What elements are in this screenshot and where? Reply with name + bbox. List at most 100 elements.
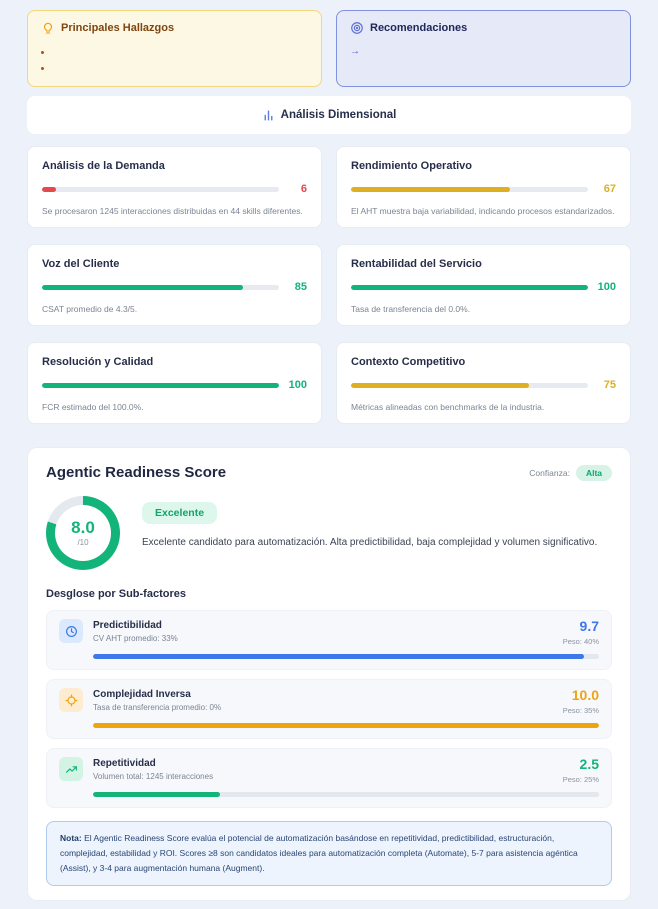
dimension-score: 6	[287, 183, 307, 195]
analysis-section-header: Análisis Dimensional	[27, 96, 631, 134]
dimension-score: 100	[596, 281, 616, 293]
bullet-dot-icon	[41, 67, 44, 70]
trending-up-icon	[65, 763, 78, 776]
dimension-progress: 75	[351, 379, 616, 391]
dimension-title: Rentabilidad del Servicio	[351, 258, 616, 270]
dimension-card-voz-cliente: Voz del Cliente 85 CSAT promedio de 4.3/…	[27, 244, 322, 326]
factor-meta: Complejidad Inversa Tasa de transferenci…	[93, 688, 553, 712]
factor-score-col: 9.7 Peso: 40%	[563, 619, 599, 646]
breakdown-title: Desglose por Sub-factores	[46, 588, 612, 600]
factor-progress-track	[93, 723, 599, 728]
factor-progress-fill	[93, 723, 599, 728]
dimension-caption: El AHT muestra baja variabilidad, indica…	[351, 206, 616, 216]
dimension-score: 75	[596, 379, 616, 391]
factor-meta: Predictibilidad CV AHT promedio: 33%	[93, 619, 553, 643]
recommendation-arrow: →	[350, 46, 617, 57]
gauge-center: 8.0 /10	[55, 505, 111, 561]
dimension-card-rentabilidad: Rentabilidad del Servicio 100 Tasa de tr…	[336, 244, 631, 326]
factor-meta: Repetitividad Volumen total: 1245 intera…	[93, 757, 553, 781]
progress-fill	[351, 187, 510, 192]
progress-fill	[42, 187, 56, 192]
report-page: Principales Hallazgos Recomendaciones →	[0, 0, 658, 909]
dimension-caption: Tasa de transferencia del 0.0%.	[351, 304, 616, 314]
score-summary: 8.0 /10 Excelente Excelente candidato pa…	[46, 496, 612, 570]
gauge-score-max: /10	[77, 538, 88, 547]
factor-row-predictibilidad: Predictibilidad CV AHT promedio: 33% 9.7…	[46, 610, 612, 670]
dimension-progress: 85	[42, 281, 307, 293]
dimension-score: 67	[596, 183, 616, 195]
dimension-card-demanda: Análisis de la Demanda 6 Se procesaron 1…	[27, 146, 322, 228]
recommendations-card: Recomendaciones →	[336, 10, 631, 87]
dimension-title: Voz del Cliente	[42, 258, 307, 270]
findings-title: Principales Hallazgos	[61, 22, 174, 34]
progress-track	[42, 187, 279, 192]
ars-header: Agentic Readiness Score Confianza: Alta	[46, 464, 612, 481]
gauge-score-value: 8.0	[71, 519, 95, 536]
findings-header: Principales Hallazgos	[41, 21, 308, 35]
factor-name: Complejidad Inversa	[93, 689, 553, 700]
note-text: El Agentic Readiness Score evalúa el pot…	[60, 833, 578, 873]
dimension-title: Contexto Competitivo	[351, 356, 616, 368]
recommendations-title: Recomendaciones	[370, 22, 467, 34]
factor-progress-fill	[93, 654, 584, 659]
dimension-progress: 100	[42, 379, 307, 391]
dimension-title: Rendimiento Operativo	[351, 160, 616, 172]
factor-score: 9.7	[563, 619, 599, 633]
dimension-caption: FCR estimado del 100.0%.	[42, 402, 307, 412]
factor-score-col: 10.0 Peso: 35%	[563, 688, 599, 715]
dimension-score: 85	[287, 281, 307, 293]
dimension-title: Resolución y Calidad	[42, 356, 307, 368]
progress-track	[42, 285, 279, 290]
factor-icon-wrap	[59, 757, 83, 781]
summary-row: Principales Hallazgos Recomendaciones →	[27, 10, 631, 87]
factor-header: Complejidad Inversa Tasa de transferenci…	[59, 688, 599, 715]
note-label: Nota:	[60, 833, 82, 843]
lightbulb-icon	[41, 21, 55, 35]
ars-title: Agentic Readiness Score	[46, 464, 226, 481]
dimension-caption: Se procesaron 1245 interacciones distrib…	[42, 206, 307, 216]
factor-weight: Peso: 40%	[563, 637, 599, 646]
factor-score: 10.0	[563, 688, 599, 702]
bar-chart-icon	[262, 109, 275, 122]
factor-name: Repetitividad	[93, 758, 553, 769]
crosshair-target-icon	[65, 694, 78, 707]
dimension-score: 100	[287, 379, 307, 391]
progress-track	[351, 383, 588, 388]
dimension-grid: Análisis de la Demanda 6 Se procesaron 1…	[27, 146, 631, 424]
progress-fill	[351, 285, 588, 290]
factor-detail: CV AHT promedio: 33%	[93, 634, 553, 643]
analysis-section-title: Análisis Dimensional	[281, 109, 397, 121]
factor-progress-fill	[93, 792, 220, 797]
factor-detail: Volumen total: 1245 interacciones	[93, 772, 553, 781]
clock-icon	[65, 625, 78, 638]
factor-progress-track	[93, 792, 599, 797]
target-icon	[350, 21, 364, 35]
factor-row-complejidad: Complejidad Inversa Tasa de transferenci…	[46, 679, 612, 739]
factor-icon-wrap	[59, 688, 83, 712]
factor-weight: Peso: 35%	[563, 706, 599, 715]
confidence: Confianza: Alta	[529, 465, 612, 481]
progress-fill	[42, 285, 243, 290]
dimension-progress: 6	[42, 183, 307, 195]
findings-item	[41, 60, 308, 76]
dimension-card-resolucion: Resolución y Calidad 100 FCR estimado de…	[27, 342, 322, 424]
factor-score: 2.5	[563, 757, 599, 771]
factor-row-repetitividad: Repetitividad Volumen total: 1245 intera…	[46, 748, 612, 808]
progress-track	[42, 383, 279, 388]
note-box: Nota: El Agentic Readiness Score evalúa …	[46, 821, 612, 886]
factor-icon-wrap	[59, 619, 83, 643]
factor-detail: Tasa de transferencia promedio: 0%	[93, 703, 553, 712]
findings-card: Principales Hallazgos	[27, 10, 322, 87]
agentic-readiness-card: Agentic Readiness Score Confianza: Alta …	[27, 447, 631, 901]
progress-track	[351, 187, 588, 192]
bullet-dot-icon	[41, 51, 44, 54]
score-verdict: Excelente Excelente candidato para autom…	[142, 496, 612, 548]
findings-list	[41, 44, 308, 76]
factor-name: Predictibilidad	[93, 620, 553, 631]
score-gauge: 8.0 /10	[46, 496, 120, 570]
progress-fill	[42, 383, 279, 388]
factor-weight: Peso: 25%	[563, 775, 599, 784]
dimension-card-rendimiento: Rendimiento Operativo 67 El AHT muestra …	[336, 146, 631, 228]
dimension-card-contexto: Contexto Competitivo 75 Métricas alinead…	[336, 342, 631, 424]
factor-header: Repetitividad Volumen total: 1245 intera…	[59, 757, 599, 784]
